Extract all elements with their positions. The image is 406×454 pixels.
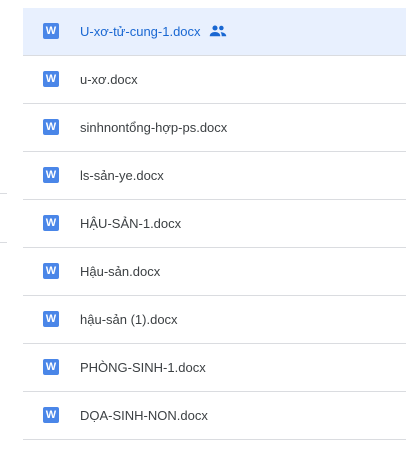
file-name: ls-sản-ye.docx [80, 168, 164, 183]
docs-word-icon: W [43, 359, 59, 375]
file-name: u-xơ.docx [80, 72, 138, 87]
drive-file-list-view: W U-xơ-tử-cung-1.docx W u-xơ.docx W sinh… [0, 0, 406, 454]
file-name: PHÒNG-SINH-1.docx [80, 360, 206, 375]
docs-word-icon: W [43, 167, 59, 183]
file-name: hậu-sản (1).docx [80, 312, 178, 327]
file-name: Hậu-sản.docx [80, 264, 161, 279]
file-row[interactable]: W Hậu-sản.docx [23, 248, 406, 296]
docs-word-icon: W [43, 119, 59, 135]
divider [0, 242, 7, 243]
file-row[interactable]: W HẬU-SẢN-1.docx [23, 200, 406, 248]
file-row[interactable]: W ls-sản-ye.docx [23, 152, 406, 200]
file-row[interactable]: W PHÒNG-SINH-1.docx [23, 344, 406, 392]
file-row[interactable]: W sinhnontổng-hợp-ps.docx [23, 104, 406, 152]
docs-word-icon: W [43, 71, 59, 87]
file-row[interactable]: W hậu-sản (1).docx [23, 296, 406, 344]
file-row[interactable]: W DỌA-SINH-NON.docx [23, 392, 406, 440]
people-icon [209, 25, 227, 37]
docs-word-icon: W [43, 311, 59, 327]
file-name: HẬU-SẢN-1.docx [80, 216, 182, 231]
docs-word-icon: W [43, 23, 59, 39]
file-name: sinhnontổng-hợp-ps.docx [80, 120, 228, 135]
divider [0, 193, 7, 194]
docs-word-icon: W [43, 263, 59, 279]
file-name: U-xơ-tử-cung-1.docx [80, 24, 201, 39]
file-row[interactable]: W U-xơ-tử-cung-1.docx [23, 8, 406, 56]
file-list: W U-xơ-tử-cung-1.docx W u-xơ.docx W sinh… [23, 8, 406, 440]
file-row[interactable]: W u-xơ.docx [23, 56, 406, 104]
docs-word-icon: W [43, 407, 59, 423]
file-name: DỌA-SINH-NON.docx [80, 408, 208, 423]
docs-word-icon: W [43, 215, 59, 231]
